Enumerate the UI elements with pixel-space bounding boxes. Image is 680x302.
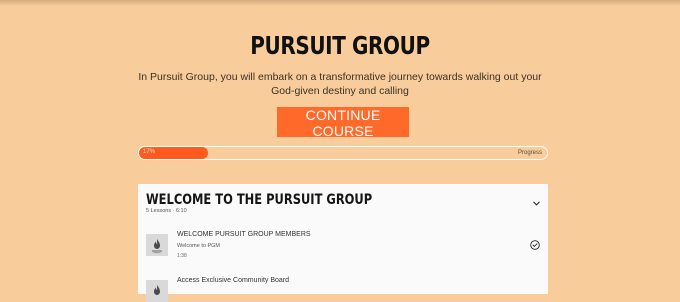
module-meta: 5 Lessons · 6:10 (146, 208, 187, 214)
module-card: WELCOME TO THE PURSUIT GROUP 5 Lessons ·… (138, 184, 548, 302)
course-title: PURSUIT GROUP (250, 31, 430, 60)
top-shadow (0, 0, 680, 6)
course-hero: PURSUIT GROUP In Pursuit Group, you will… (0, 30, 680, 98)
progress-percent: 17% (143, 149, 156, 155)
lesson-duration: 1:38 (177, 253, 187, 259)
course-progress-bar: 17% Progress (138, 146, 548, 160)
module-title: WELCOME TO THE PURSUIT GROUP (146, 192, 373, 208)
progress-label: Progress (517, 150, 542, 156)
check-circle-icon (530, 240, 540, 250)
lesson-thumbnail (146, 280, 168, 302)
lesson-thumbnail (146, 234, 168, 256)
flame-logo-icon (154, 285, 160, 295)
lesson-title: Access Exclusive Community Board (177, 277, 290, 284)
chevron-down-icon[interactable] (532, 199, 541, 208)
continue-course-button[interactable]: CONTINUE COURSE (277, 107, 409, 139)
flame-logo-icon (152, 239, 162, 254)
lesson-title: WELCOME PURSUIT GROUP MEMBERS (177, 231, 311, 238)
course-description: In Pursuit Group, you will embark on a t… (138, 71, 542, 97)
lesson-subtitle: Welcome to PGM (177, 243, 220, 249)
